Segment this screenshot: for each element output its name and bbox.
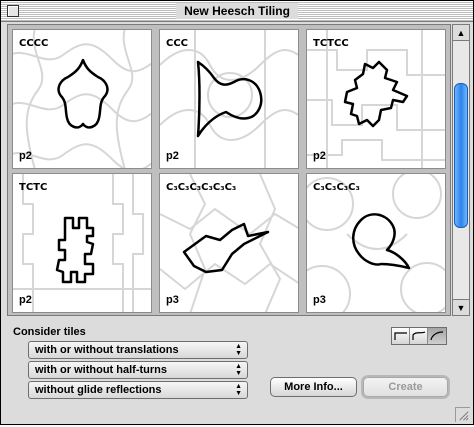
vertical-scrollbar[interactable]: ▲ ▼ <box>452 24 470 316</box>
tile-name: TCTC <box>19 182 48 193</box>
tile-outline <box>57 58 109 129</box>
tile-outline <box>196 60 263 138</box>
more-info-button[interactable]: More Info... <box>270 377 357 397</box>
popup-arrows-icon: ▲ ▼ <box>235 363 242 377</box>
edge-type-selector <box>391 327 447 345</box>
title-bar[interactable]: New Heesch Tiling <box>1 1 473 22</box>
tile-c3x4[interactable]: C₃C₃C₃C₃ p3 <box>306 173 446 313</box>
scroll-thumb[interactable] <box>454 83 468 228</box>
tile-name: CCC <box>166 38 189 49</box>
create-button[interactable]: Create <box>361 375 450 399</box>
tile-cccc[interactable]: CCCC p2 <box>12 29 152 169</box>
half-turns-popup[interactable]: with or without half-turns ▲ ▼ <box>28 361 248 379</box>
consider-tiles-label: Consider tiles <box>13 326 86 338</box>
arc-edge-icon[interactable] <box>428 328 446 344</box>
tile-outline <box>182 222 270 274</box>
straight-edge-icon[interactable] <box>392 328 410 344</box>
heesch-tiling-window: New Heesch Tiling CCCC p2 CCC p2 TCTCC p… <box>0 0 474 425</box>
tile-name: CCCC <box>19 38 49 49</box>
popup-value: with or without translations <box>35 344 179 356</box>
tile-ccc[interactable]: CCC p2 <box>159 29 299 169</box>
tile-symmetry: p3 <box>166 294 179 306</box>
tile-outline <box>55 216 95 284</box>
translations-popup[interactable]: with or without translations ▲ ▼ <box>28 341 248 359</box>
popup-arrows-icon: ▲ ▼ <box>235 343 242 357</box>
tile-gallery: CCCC p2 CCC p2 TCTCC p2 TCTC p2 C₃C₃C₃C₃… <box>7 24 451 316</box>
tile-symmetry: p2 <box>19 294 32 306</box>
scroll-up-arrow-icon[interactable]: ▲ <box>453 25 469 41</box>
close-box-icon[interactable] <box>7 5 19 17</box>
tile-symmetry: p2 <box>313 150 326 162</box>
tile-outline <box>352 213 411 270</box>
glide-reflections-popup[interactable]: without glide reflections ▲ ▼ <box>28 381 248 399</box>
tile-outline <box>343 60 409 128</box>
tile-name: C₃C₃C₃C₃ <box>313 182 360 193</box>
tile-symmetry: p2 <box>166 150 179 162</box>
tile-c3x6[interactable]: C₃C₃C₃C₃C₃C₃ p3 <box>159 173 299 313</box>
resize-grip-icon[interactable] <box>455 407 470 422</box>
popup-arrows-icon: ▲ ▼ <box>235 383 242 397</box>
tile-symmetry: p2 <box>19 150 32 162</box>
tile-name: C₃C₃C₃C₃C₃C₃ <box>166 182 237 193</box>
window-title: New Heesch Tiling <box>176 3 298 19</box>
tile-name: TCTCC <box>313 38 349 49</box>
popup-value: without glide reflections <box>35 384 162 396</box>
tile-symmetry: p3 <box>313 294 326 306</box>
s-curve-edge-icon[interactable] <box>410 328 428 344</box>
popup-value: with or without half-turns <box>35 364 167 376</box>
scroll-down-arrow-icon[interactable]: ▼ <box>453 299 469 315</box>
tile-tctcc[interactable]: TCTCC p2 <box>306 29 446 169</box>
tile-tctc[interactable]: TCTC p2 <box>12 173 152 313</box>
